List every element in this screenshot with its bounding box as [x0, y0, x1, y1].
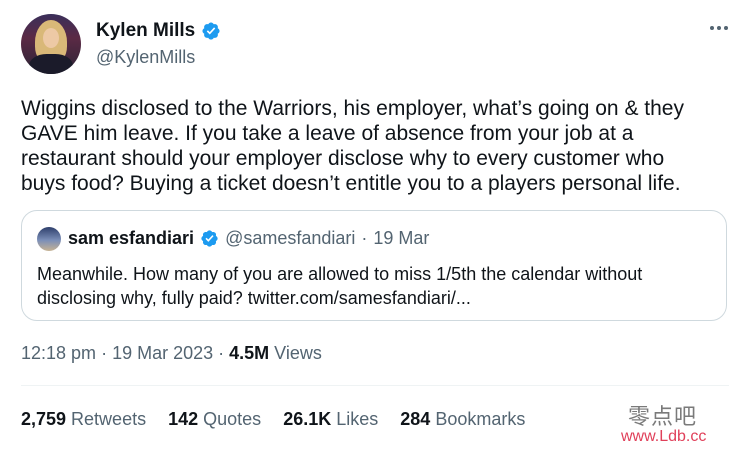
verified-badge-icon — [202, 22, 220, 40]
meta-separator-2: · — [218, 343, 225, 363]
quoted-tweet[interactable]: sam esfandiari @samesfandiari · 19 Mar M… — [21, 210, 727, 321]
author-display-name[interactable]: Kylen Mills — [96, 20, 195, 42]
quoted-date[interactable]: 19 Mar — [373, 228, 429, 249]
views-count: 4.5M — [229, 343, 270, 363]
bookmarks-count: 284 — [400, 409, 431, 429]
watermark-text: 零点吧 — [628, 405, 698, 430]
avatar-body — [29, 54, 73, 74]
quoted-author-avatar[interactable] — [37, 227, 61, 251]
quoted-verified-badge-icon — [201, 230, 218, 247]
dot-2 — [717, 26, 721, 30]
quoted-text: Meanwhile. How many of you are allowed t… — [37, 264, 643, 308]
views-label: Views — [274, 343, 322, 363]
likes-stat[interactable]: 26.1K Likes — [283, 409, 378, 430]
tweet: Kylen Mills @KylenMills Wiggins disclose… — [0, 0, 750, 449]
more-options-icon[interactable] — [710, 26, 728, 30]
retweets-label: Retweets — [71, 409, 147, 429]
tweet-text: Wiggins disclosed to the Warriors, his e… — [21, 97, 684, 195]
retweets-count: 2,759 — [21, 409, 67, 429]
author-avatar[interactable] — [21, 14, 81, 74]
tweet-meta: 12:18 pm · 19 Mar 2023 · 4.5M Views — [21, 343, 322, 364]
quoted-author-handle[interactable]: @samesfandiari — [225, 228, 355, 249]
watermark-url: www.Ldb.cc — [621, 428, 707, 445]
divider — [21, 385, 729, 386]
likes-label: Likes — [336, 409, 379, 429]
dot-1 — [710, 26, 714, 30]
retweets-stat[interactable]: 2,759 Retweets — [21, 409, 146, 430]
likes-count: 26.1K — [283, 409, 332, 429]
quotes-stat[interactable]: 142 Quotes — [168, 409, 261, 430]
dot-3 — [724, 26, 728, 30]
quoted-header: sam esfandiari @samesfandiari · 19 Mar — [68, 228, 429, 249]
engagement-stats: 2,759 Retweets 142 Quotes 26.1K Likes 28… — [21, 409, 525, 430]
author-handle[interactable]: @KylenMills — [96, 47, 195, 68]
bookmarks-stat[interactable]: 284 Bookmarks — [400, 409, 525, 430]
tweet-date[interactable]: 19 Mar 2023 — [112, 343, 213, 364]
quoted-separator: · — [361, 228, 368, 248]
tweet-time[interactable]: 12:18 pm — [21, 343, 96, 364]
meta-separator-1: · — [101, 343, 108, 363]
author-name-row: Kylen Mills — [96, 20, 221, 42]
bookmarks-label: Bookmarks — [435, 409, 526, 429]
quotes-count: 142 — [168, 409, 199, 429]
quotes-label: Quotes — [203, 409, 262, 429]
quoted-author-name[interactable]: sam esfandiari — [68, 228, 194, 249]
avatar-face — [43, 28, 59, 48]
